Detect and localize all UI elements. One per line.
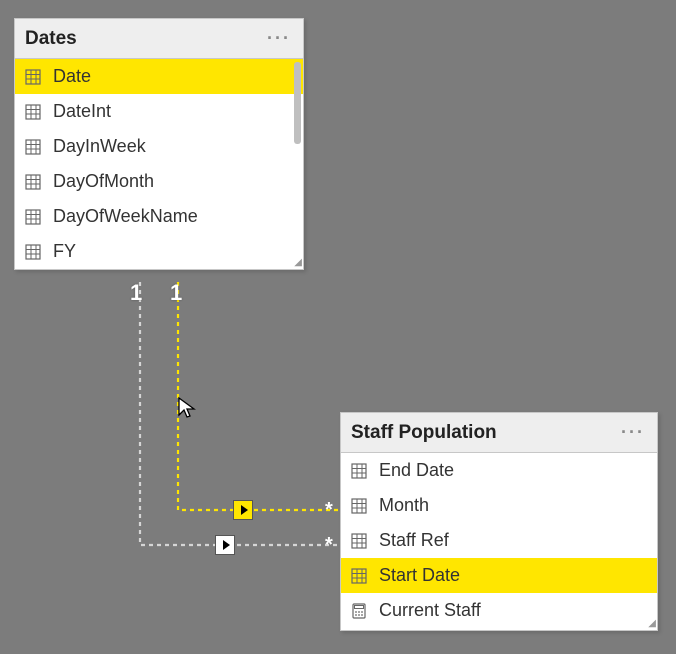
scrollbar[interactable] [294, 62, 301, 144]
table-title: Staff Population [351, 422, 497, 444]
column-icon [25, 244, 41, 260]
field-label: Staff Ref [379, 530, 449, 551]
field-row[interactable]: DayOfMonth [15, 164, 303, 199]
field-row[interactable]: Date [15, 59, 303, 94]
field-label: Date [53, 66, 91, 87]
calculator-icon [351, 603, 367, 619]
field-row[interactable]: Staff Ref [341, 523, 657, 558]
cardinality-many-upper: * [325, 499, 333, 522]
column-icon [351, 463, 367, 479]
field-label: DayOfMonth [53, 171, 154, 192]
column-icon [25, 104, 41, 120]
column-icon [25, 209, 41, 225]
column-icon [351, 568, 367, 584]
column-icon [25, 174, 41, 190]
field-label: Month [379, 495, 429, 516]
more-menu-icon[interactable]: ··· [267, 28, 293, 49]
column-icon [25, 69, 41, 85]
table-staff-population[interactable]: Staff Population ··· End Date Month Staff … [340, 412, 658, 631]
filter-direction-arrow-active[interactable] [233, 500, 253, 520]
field-label: FY [53, 241, 76, 262]
cardinality-one-left: 1 [130, 280, 142, 306]
field-label: Start Date [379, 565, 460, 586]
field-row[interactable]: FY [15, 234, 303, 269]
field-row[interactable]: DayInWeek [15, 129, 303, 164]
model-canvas: 1 1 * * Dates ··· DateDateIntDayInWeekDa… [0, 0, 676, 654]
field-row[interactable]: End Date [341, 453, 657, 488]
cardinality-one-right: 1 [170, 280, 182, 306]
column-icon [351, 498, 367, 514]
more-menu-icon[interactable]: ··· [621, 422, 647, 443]
field-row[interactable]: Start Date [341, 558, 657, 593]
column-icon [351, 533, 367, 549]
field-row[interactable]: DateInt [15, 94, 303, 129]
field-row[interactable]: DayOfWeekName [15, 199, 303, 234]
filter-direction-arrow-inactive[interactable] [215, 535, 235, 555]
table-header[interactable]: Dates ··· [15, 19, 303, 59]
mouse-cursor-icon [176, 396, 200, 420]
field-label: Current Staff [379, 600, 481, 621]
table-dates[interactable]: Dates ··· Date DateInt DayInWeek DayOfMonth… [14, 18, 304, 270]
table-header[interactable]: Staff Population ··· [341, 413, 657, 453]
field-label: DateInt [53, 101, 111, 122]
field-row[interactable]: Month [341, 488, 657, 523]
field-label: DayOfWeekName [53, 206, 198, 227]
cardinality-many-lower: * [325, 534, 333, 557]
field-row[interactable]: Current Staff [341, 593, 657, 628]
column-icon [25, 139, 41, 155]
field-label: End Date [379, 460, 454, 481]
field-label: DayInWeek [53, 136, 146, 157]
field-list: End Date Month Staff Ref Start Date Current … [341, 453, 657, 628]
table-title: Dates [25, 28, 77, 50]
field-list: Date DateInt DayInWeek DayOfMonth DayOfWeekN… [15, 59, 303, 269]
